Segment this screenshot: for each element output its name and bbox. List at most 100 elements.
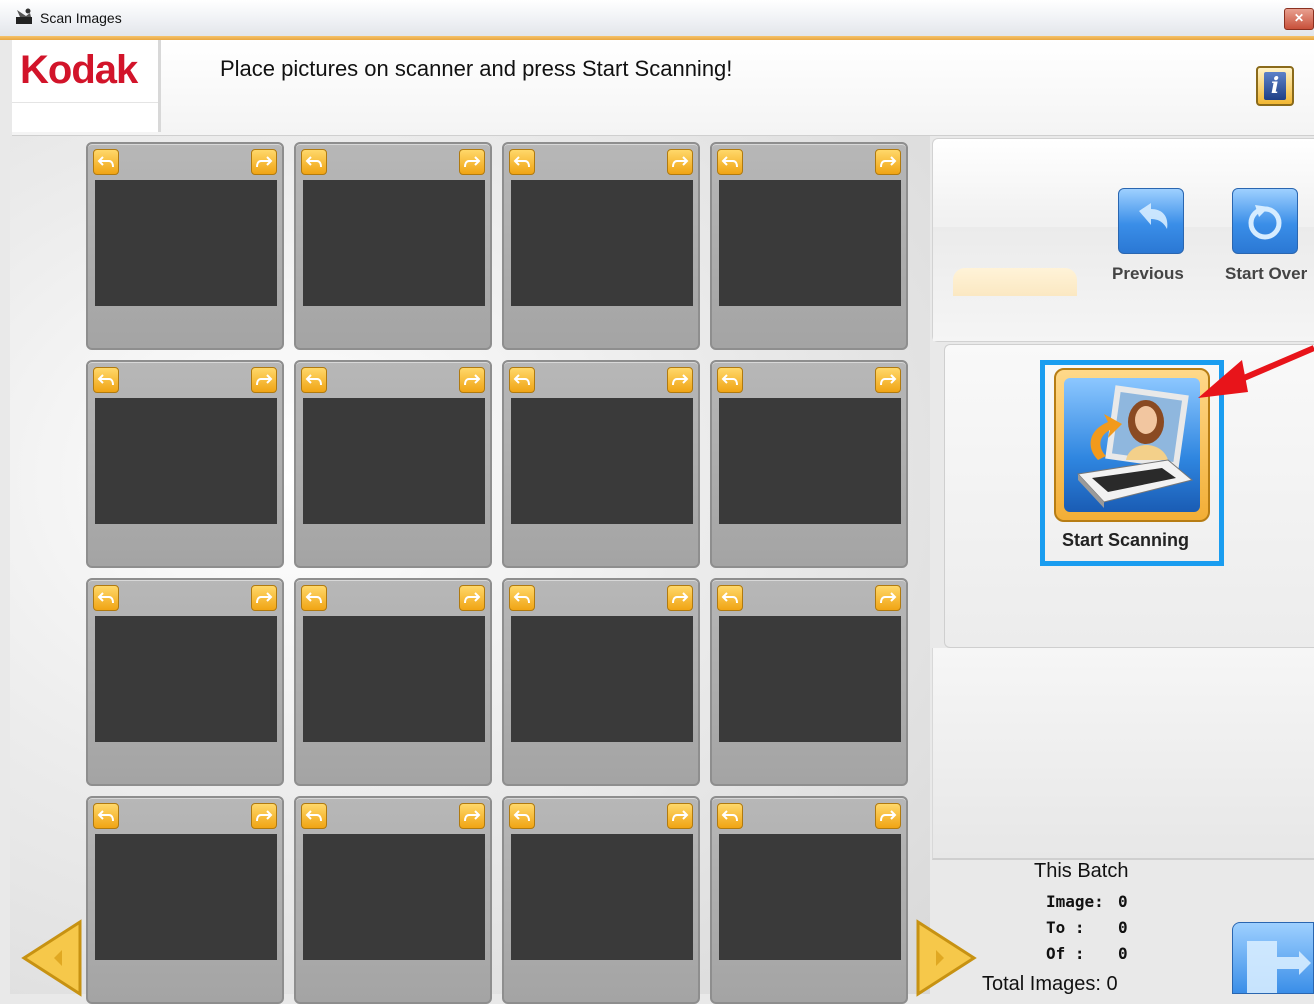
thumbnail-slot[interactable]	[294, 142, 492, 350]
red-pointer-arrow-icon	[1198, 345, 1314, 398]
thumbnail-slot[interactable]	[294, 578, 492, 786]
rotate-right-icon[interactable]	[875, 149, 901, 175]
thumbnail-preview	[95, 180, 277, 306]
thumbnail-slot[interactable]	[710, 578, 908, 786]
thumbnail-preview	[719, 398, 901, 524]
rotate-left-icon[interactable]	[93, 149, 119, 175]
rotate-left-icon[interactable]	[301, 585, 327, 611]
rotate-right-icon[interactable]	[875, 803, 901, 829]
rotate-right-icon[interactable]	[459, 803, 485, 829]
rotate-right-icon[interactable]	[667, 803, 693, 829]
rotate-left-icon[interactable]	[509, 149, 535, 175]
rotate-left-icon[interactable]	[93, 367, 119, 393]
batch-heading: This Batch	[1034, 860, 1129, 882]
image-value: 0	[1118, 892, 1128, 911]
thumbnail-preview	[511, 180, 693, 306]
image-label: Image:	[1046, 892, 1104, 911]
thumbnail-slot[interactable]	[86, 796, 284, 1004]
rotate-left-icon[interactable]	[301, 149, 327, 175]
thumbnail-preview	[303, 398, 485, 524]
rotate-right-icon[interactable]	[875, 367, 901, 393]
thumbnail-preview	[95, 398, 277, 524]
title-bar: Scan Images ✕	[0, 0, 1314, 37]
thumbnail-preview	[511, 398, 693, 524]
start-over-label: Start Over	[1225, 264, 1308, 283]
to-label: To :	[1046, 918, 1085, 937]
restart-icon	[1248, 205, 1282, 240]
thumbnail-slot[interactable]	[86, 578, 284, 786]
thumbnail-grid	[10, 136, 930, 1004]
rotate-right-icon[interactable]	[667, 585, 693, 611]
rotate-left-icon[interactable]	[509, 803, 535, 829]
thumbnail-slot[interactable]	[502, 578, 700, 786]
logo-divider	[12, 102, 158, 103]
thumbnail-slot[interactable]	[502, 360, 700, 568]
total-images: Total Images: 0	[982, 973, 1118, 995]
of-label: Of :	[1046, 944, 1085, 963]
undo-arrow-icon	[1139, 203, 1168, 229]
rotate-right-icon[interactable]	[667, 149, 693, 175]
thumbnail-slot[interactable]	[502, 142, 700, 350]
window-title: Scan Images	[40, 10, 122, 26]
previous-button[interactable]	[1118, 188, 1184, 254]
exit-button[interactable]	[1232, 922, 1314, 994]
rotate-left-icon[interactable]	[93, 585, 119, 611]
thumbnail-slot[interactable]	[710, 360, 908, 568]
info-icon: i	[1264, 72, 1286, 100]
thumbnail-preview	[719, 180, 901, 306]
rotate-right-icon[interactable]	[875, 585, 901, 611]
status-panel	[932, 648, 1314, 860]
rotate-right-icon[interactable]	[459, 585, 485, 611]
rotate-left-icon[interactable]	[509, 585, 535, 611]
rotate-left-icon[interactable]	[717, 149, 743, 175]
instruction-message: Place pictures on scanner and press Star…	[220, 56, 733, 81]
info-button[interactable]: i	[1256, 66, 1294, 106]
to-row: To : 0	[1046, 918, 1128, 937]
thumbnail-preview	[719, 834, 901, 960]
rotate-left-icon[interactable]	[717, 367, 743, 393]
thumbnail-slot[interactable]	[710, 796, 908, 1004]
thumbnail-slot[interactable]	[294, 360, 492, 568]
of-row: Of : 0	[1046, 944, 1128, 963]
rotate-right-icon[interactable]	[459, 149, 485, 175]
start-over-button[interactable]	[1232, 188, 1298, 254]
start-scanning-label: Start Scanning	[1062, 530, 1190, 550]
thumbnail-preview	[303, 616, 485, 742]
thumbnail-preview	[511, 834, 693, 960]
thumbnail-preview	[511, 616, 693, 742]
rotate-right-icon[interactable]	[251, 803, 277, 829]
header: Kodak Place pictures on scanner and pres…	[12, 40, 1314, 136]
rotate-left-icon[interactable]	[301, 367, 327, 393]
start-scanning-button[interactable]	[1054, 368, 1210, 522]
thumbnail-preview	[95, 616, 277, 742]
thumbnail-slot[interactable]	[502, 796, 700, 1004]
scan-button-face	[1064, 378, 1200, 512]
thumbnail-slot[interactable]	[294, 796, 492, 1004]
rotate-left-icon[interactable]	[301, 803, 327, 829]
to-value: 0	[1118, 918, 1128, 937]
tab-stub	[953, 268, 1077, 296]
thumbnail-slot[interactable]	[86, 142, 284, 350]
rotate-right-icon[interactable]	[251, 149, 277, 175]
thumbnail-slot[interactable]	[710, 142, 908, 350]
previous-label: Previous	[1112, 264, 1184, 283]
scanner-photo-icon	[1076, 385, 1194, 508]
thumbnail-preview	[303, 180, 485, 306]
rotate-right-icon[interactable]	[459, 367, 485, 393]
rotate-left-icon[interactable]	[509, 367, 535, 393]
thumbnail-preview	[719, 616, 901, 742]
rotate-right-icon[interactable]	[667, 367, 693, 393]
rotate-left-icon[interactable]	[717, 803, 743, 829]
kodak-logo: Kodak	[20, 48, 138, 92]
image-row: Image: 0	[1046, 892, 1128, 911]
rotate-right-icon[interactable]	[251, 585, 277, 611]
scanner-app-icon	[16, 8, 32, 24]
thumbnail-preview	[95, 834, 277, 960]
rotate-right-icon[interactable]	[251, 367, 277, 393]
rotate-left-icon[interactable]	[93, 803, 119, 829]
previous-page-arrow[interactable]	[20, 918, 82, 998]
rotate-left-icon[interactable]	[717, 585, 743, 611]
of-value: 0	[1118, 944, 1128, 963]
thumbnail-slot[interactable]	[86, 360, 284, 568]
close-button[interactable]: ✕	[1284, 8, 1314, 30]
